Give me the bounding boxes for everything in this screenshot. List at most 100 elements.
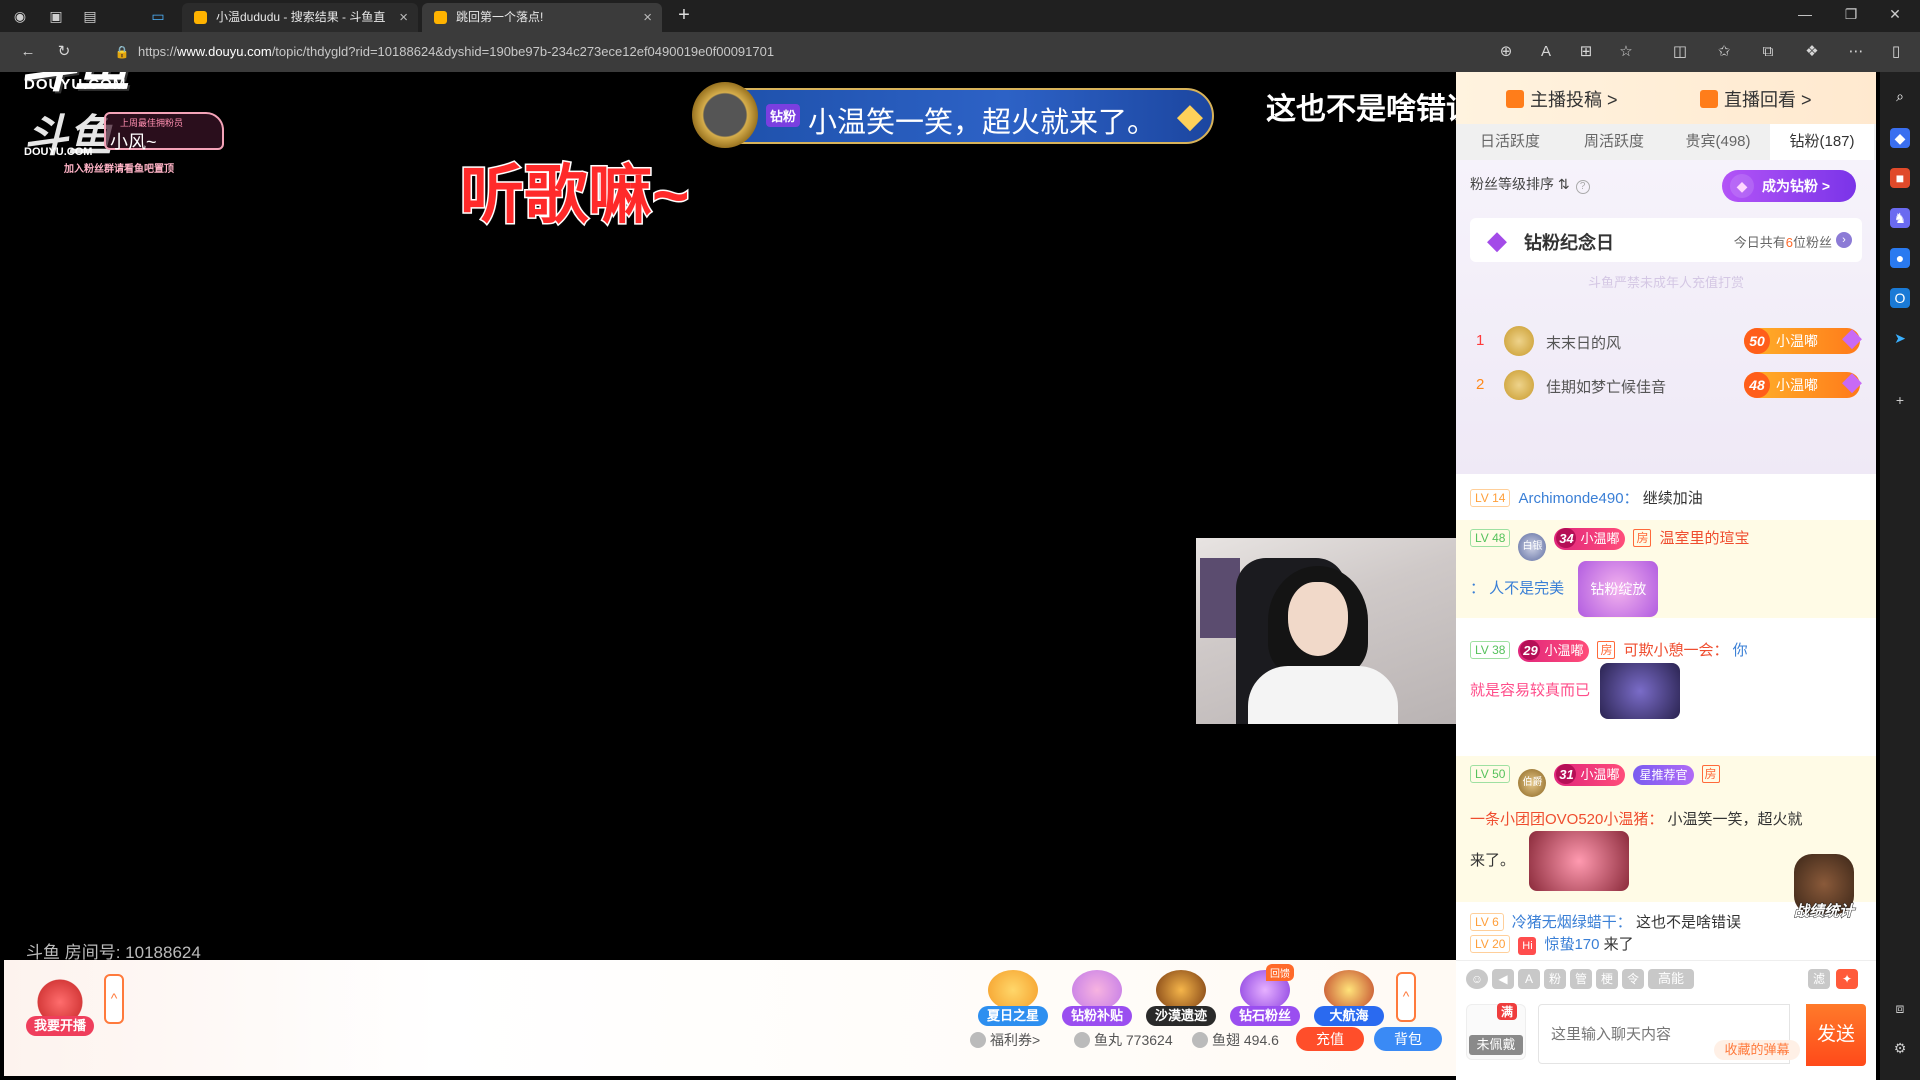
become-diamond-fan-button[interactable]: ◆ 成为钻粉 >: [1722, 170, 1856, 202]
video-player[interactable]: 斗鱼 DOUYU.COM 斗鱼 DOUYU.COM 上周最佳拥粉员 小风~ 加入…: [4, 72, 1456, 960]
activity-diamond-fans[interactable]: 钻石粉丝 回馈: [1226, 964, 1304, 1028]
chat-username[interactable]: 温室里的瑄宝: [1659, 530, 1749, 547]
chat-username[interactable]: 一条小团团OVO520小温猪：: [1470, 809, 1663, 831]
filter-button[interactable]: 滤: [1808, 969, 1830, 989]
activity-label: 钻石粉丝: [1230, 1006, 1300, 1026]
url-prefix: https://: [138, 44, 178, 59]
rank-row[interactable]: 1 末末日的风 50 小温嘟 ◆: [1456, 324, 1876, 360]
start-live-label: 我要开播: [26, 1016, 94, 1036]
chat-text: 这也不是啥错误: [1635, 914, 1741, 931]
favorites-icon[interactable]: ✩: [1714, 42, 1734, 62]
copilot-icon[interactable]: ●: [1890, 248, 1910, 268]
lock-icon[interactable]: 🔒: [112, 42, 132, 62]
collections-icon[interactable]: ⧉: [1758, 42, 1778, 62]
new-tab-button[interactable]: +: [672, 4, 696, 27]
gift-effect-icon[interactable]: ✦: [1836, 969, 1858, 989]
backpack-button[interactable]: 背包: [1374, 1027, 1442, 1051]
help-icon[interactable]: ?: [1575, 180, 1590, 194]
settings-icon[interactable]: ⚙: [1890, 1038, 1910, 1058]
tools-icon[interactable]: ■: [1890, 168, 1910, 188]
add-icon[interactable]: +: [1890, 390, 1910, 410]
douyu-page: 斗鱼 DOUYU.COM 斗鱼 DOUYU.COM 上周最佳拥粉员 小风~ 加入…: [0, 72, 1880, 1080]
user-level: LV 50: [1470, 765, 1511, 783]
rank-row[interactable]: 2 佳期如梦亡候佳音 48 小温嘟 ◆: [1456, 368, 1876, 404]
rank-tabs: 日活跃度 周活跃度 贵宾(498) 钻粉(187): [1456, 124, 1876, 160]
outlook-icon[interactable]: O: [1890, 288, 1910, 308]
activity-summer-star[interactable]: 夏日之星: [974, 970, 1052, 1028]
send-button[interactable]: 发送: [1806, 1004, 1866, 1066]
diamond-anniversary[interactable]: ◆ 钻粉纪念日 今日共有6位粉丝 ›: [1470, 218, 1862, 262]
saved-barrage-button[interactable]: 收藏的弹幕: [1714, 1040, 1800, 1060]
start-live-button[interactable]: 我要开播: [24, 978, 96, 1036]
more-icon[interactable]: ⋯: [1846, 42, 1866, 62]
user-level: LV 38: [1470, 641, 1511, 659]
admin-icon[interactable]: 管: [1570, 969, 1592, 989]
close-icon[interactable]: ×: [643, 3, 652, 32]
fan-medal: 50 小温嘟 ◆: [1744, 324, 1862, 354]
activity-desert-ruins[interactable]: 沙漠遗迹: [1142, 970, 1220, 1028]
tab-search-results[interactable]: 小温dududu - 搜索结果 - 斗鱼直 ×: [182, 3, 418, 32]
app-available-icon[interactable]: ⊞: [1576, 42, 1596, 62]
rank-number: 2: [1476, 376, 1485, 393]
search-icon[interactable]: ⌕: [1890, 86, 1910, 106]
high-energy-button[interactable]: 高能: [1648, 969, 1694, 989]
activity-diamond-subsidy[interactable]: 钻粉补贴: [1058, 970, 1136, 1028]
chat-username[interactable]: 可欺小憩一会：: [1623, 642, 1728, 659]
profile-icon[interactable]: ◉: [10, 6, 30, 26]
broadcast-icon[interactable]: ◀: [1492, 969, 1514, 989]
sticker-emote: [1529, 831, 1630, 891]
sidebar-toggle-icon[interactable]: ▯: [1886, 42, 1906, 62]
tab-current-page[interactable]: 跳回第一个落点! ×: [422, 3, 662, 32]
url-path: /topic/thdygld?rid=10188624&dyshid=190be…: [271, 44, 775, 59]
send-icon[interactable]: ➤: [1890, 328, 1910, 348]
split-screen-icon[interactable]: ◫: [1670, 42, 1690, 62]
close-icon[interactable]: ×: [399, 3, 408, 32]
workspaces-icon[interactable]: ▣: [46, 6, 66, 26]
chat-username[interactable]: Archimonde490：: [1518, 490, 1638, 507]
star-recommender-badge: 星推荐官: [1633, 765, 1694, 785]
fan-medal-level: 31: [1556, 764, 1577, 784]
medal-not-worn[interactable]: 满 未佩戴: [1466, 1003, 1526, 1060]
avatar: [1504, 326, 1534, 356]
battle-stats-button[interactable]: 战绩统计: [1782, 854, 1866, 938]
restore-button[interactable]: ❐: [1836, 6, 1866, 23]
tab-daily-activity[interactable]: 日活跃度: [1458, 124, 1562, 160]
command-icon[interactable]: 令: [1622, 969, 1644, 989]
tab-weekly-activity[interactable]: 周活跃度: [1562, 124, 1666, 160]
emoji-icon[interactable]: ☺: [1466, 969, 1488, 989]
meme-icon[interactable]: 梗: [1596, 969, 1618, 989]
screenshot-icon[interactable]: ⧈: [1890, 998, 1910, 1018]
read-aloud-icon[interactable]: A: [1536, 42, 1556, 62]
noble-badge: 伯爵: [1518, 769, 1547, 797]
sort-by-fan-level[interactable]: 粉丝等级排序 ⇅?: [1470, 174, 1590, 194]
extensions-icon[interactable]: ❖: [1802, 42, 1822, 62]
url-field[interactable]: https://www.douyu.com/topic/thdygld?rid=…: [138, 37, 1468, 67]
expand-left-button[interactable]: ^: [104, 974, 124, 1024]
address-bar-row: ← ↻ 🔒 https://www.douyu.com/topic/thdygl…: [0, 32, 1920, 72]
activity-voyage[interactable]: 大航海: [1310, 970, 1388, 1028]
chat-username[interactable]: 惊蛰170: [1544, 936, 1599, 953]
welfare-coupon[interactable]: 福利券>: [970, 1030, 1040, 1050]
tab-diamond-fans[interactable]: 钻粉(187): [1770, 124, 1874, 160]
recharge-button[interactable]: 充值: [1296, 1027, 1364, 1051]
replay-link[interactable]: 直播回看 >: [1700, 86, 1812, 112]
minimize-button[interactable]: —: [1790, 6, 1820, 22]
minor-warning-watermark: 斗鱼严禁未成年人充值打赏: [1587, 275, 1744, 290]
chevron-right-icon[interactable]: ›: [1836, 232, 1852, 248]
shopping-tag-icon[interactable]: ◆: [1890, 128, 1910, 148]
badge-icon[interactable]: A: [1518, 969, 1540, 989]
refresh-icon[interactable]: ↻: [54, 42, 74, 62]
favorite-star-icon[interactable]: ☆: [1616, 42, 1636, 62]
fan-icon[interactable]: 粉: [1544, 969, 1566, 989]
streamer-posts-link[interactable]: 主播投稿 >: [1506, 86, 1618, 112]
close-window-button[interactable]: ✕: [1880, 6, 1910, 23]
tab-vip[interactable]: 贵宾(498): [1666, 124, 1770, 160]
chat-username[interactable]: 冷猪无烟绿蜡干：: [1512, 914, 1632, 931]
expand-right-button[interactable]: ^: [1396, 972, 1416, 1022]
fan-group-tip: 加入粉丝群请看鱼吧置顶: [64, 164, 174, 175]
back-icon[interactable]: ←: [18, 42, 38, 62]
zoom-icon[interactable]: ⊕: [1496, 42, 1516, 62]
vertical-tabs-icon[interactable]: ▭: [148, 6, 168, 26]
tab-actions-icon[interactable]: ▤: [80, 6, 100, 26]
games-icon[interactable]: ♞: [1890, 208, 1910, 228]
